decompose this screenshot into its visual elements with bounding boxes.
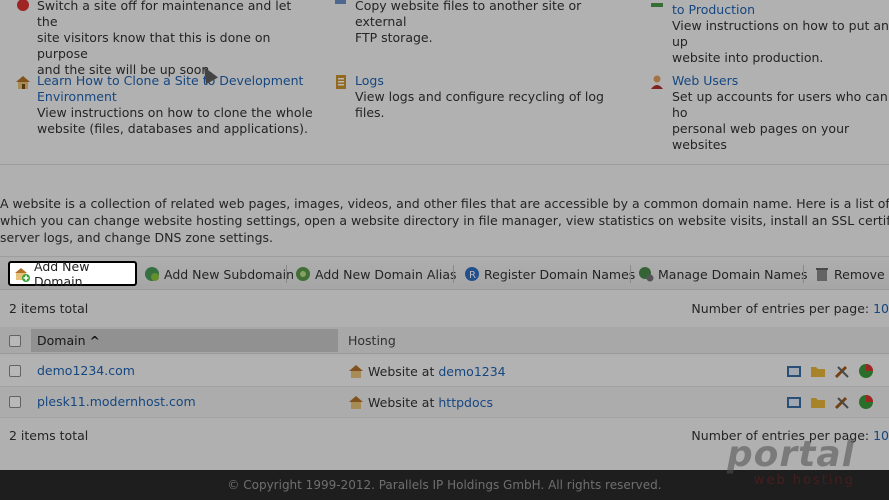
portal-watermark-logo: portal web hosting <box>727 436 855 488</box>
manage-domains-icon <box>639 267 654 282</box>
task-desc: View instructions on how to put an up <box>672 18 889 49</box>
hosting-link[interactable]: httpdocs <box>438 395 493 410</box>
task-desc: website (files, databases and applicatio… <box>37 121 309 136</box>
manage-domain-names-button[interactable]: Manage Domain Names <box>634 262 812 286</box>
logs-icon <box>336 75 346 89</box>
website-house-icon <box>349 365 363 378</box>
task-clone-site-link-2[interactable]: Environment <box>37 89 315 105</box>
folder-icon[interactable] <box>810 394 826 410</box>
add-domain-alias-button[interactable]: Add New Domain Alias <box>291 262 461 286</box>
task-desc: Switch a site off for maintenance and le… <box>37 0 292 29</box>
row-actions <box>786 363 874 379</box>
table-row: plesk11.modernhost.com Website at httpdo… <box>0 387 889 418</box>
domain-link[interactable]: plesk11.modernhost.com <box>37 394 196 409</box>
register-icon: R <box>465 267 479 281</box>
stats-pie-icon[interactable] <box>858 394 874 410</box>
task-clone-site-link[interactable]: Learn How to Clone a Site to Development <box>37 73 315 89</box>
task-clone-site: Learn How to Clone a Site to Development… <box>15 73 315 137</box>
intro-line: which you can change website hosting set… <box>0 213 889 228</box>
column-domain[interactable]: Domain ^ <box>31 329 338 352</box>
row-checkbox[interactable] <box>9 365 21 377</box>
hosting-prefix: Website at <box>368 363 435 379</box>
add-new-domain-button[interactable]: Add New Domain <box>8 258 137 289</box>
toolbar-separator <box>453 265 454 283</box>
task-web-users: Web Users Set up accounts for users who … <box>650 73 889 153</box>
domains-table-header: Domain ^ Hosting <box>0 327 889 354</box>
task-web-users-link[interactable]: Web Users <box>672 73 889 89</box>
production-icon <box>651 3 663 7</box>
row-actions <box>786 394 874 410</box>
add-subdomain-icon <box>145 267 159 281</box>
hosting-link[interactable]: demo1234 <box>438 364 505 379</box>
domain-link[interactable]: demo1234.com <box>37 363 135 378</box>
task-desc: website into production. <box>672 50 824 65</box>
website-house-icon <box>349 396 363 409</box>
task-production: to Production View instructions on how t… <box>650 2 889 66</box>
task-desc: FTP storage. <box>355 30 433 45</box>
add-subdomain-label: Add New Subdomain <box>164 266 295 282</box>
hosting-cell: Website at demo1234 <box>348 363 506 379</box>
register-domain-names-button[interactable]: R Register Domain Names <box>460 262 639 286</box>
trash-icon <box>816 268 828 281</box>
stats-pie-icon[interactable] <box>858 363 874 379</box>
task-desc: personal web pages on your websites <box>672 121 850 152</box>
toolbar-separator <box>630 265 631 283</box>
power-icon <box>17 0 29 11</box>
task-desc: Copy website files to another site or ex… <box>355 0 582 29</box>
register-domain-names-label: Register Domain Names <box>484 266 636 282</box>
svg-text:R: R <box>469 270 476 281</box>
entries-per-page-value[interactable]: 10 <box>873 301 889 316</box>
tools-icon[interactable] <box>834 394 850 410</box>
websites-intro-text: A website is a collection of related web… <box>0 195 889 246</box>
task-logs: Logs View logs and configure recycling o… <box>333 73 633 121</box>
add-subdomain-button[interactable]: Add New Subdomain <box>140 262 298 286</box>
sort-ascending-icon: ^ <box>89 333 100 348</box>
column-hosting[interactable]: Hosting <box>348 329 396 352</box>
hosting-prefix: Website at <box>368 394 435 410</box>
preview-icon[interactable] <box>786 394 802 410</box>
intro-line: A website is a collection of related web… <box>0 196 889 211</box>
column-domain-label: Domain <box>37 333 86 348</box>
task-suspend: Switch a site off for maintenance and le… <box>15 0 315 78</box>
add-domain-icon <box>15 267 30 282</box>
task-copy-files: Copy website files to another site or ex… <box>333 0 633 46</box>
remove-button[interactable]: Remove <box>810 262 889 286</box>
select-all-checkbox[interactable] <box>9 335 21 347</box>
tools-icon[interactable] <box>834 363 850 379</box>
entries-per-page-label: Number of entries per page: <box>691 301 870 316</box>
manage-domain-names-label: Manage Domain Names <box>658 266 808 282</box>
entries-per-page-value[interactable]: 10 <box>873 428 889 443</box>
task-production-link[interactable]: to Production <box>672 2 889 18</box>
table-row: demo1234.com Website at demo1234 <box>0 356 889 387</box>
preview-icon[interactable] <box>786 363 802 379</box>
toolbar-separator <box>803 265 804 283</box>
web-users-icon <box>651 75 663 89</box>
watermark-small: web hosting <box>753 473 855 488</box>
remove-label: Remove <box>834 266 885 282</box>
domain-alias-icon <box>296 267 310 281</box>
add-domain-alias-label: Add New Domain Alias <box>315 266 457 282</box>
entries-per-page-top: Number of entries per page: 10 <box>691 301 889 316</box>
task-desc: Set up accounts for users who can ho <box>672 89 888 120</box>
task-desc: View instructions on how to clone the wh… <box>37 105 313 120</box>
task-desc: View logs and configure recycling of log… <box>355 89 604 120</box>
house-icon <box>16 76 30 89</box>
folder-icon[interactable] <box>810 363 826 379</box>
copy-icon <box>335 0 346 4</box>
items-total-bottom: 2 items total <box>9 428 89 443</box>
website-tasks-panel: Switch a site off for maintenance and le… <box>0 0 889 165</box>
intro-line: server logs, and change DNS zone setting… <box>0 230 274 245</box>
row-checkbox[interactable] <box>9 396 21 408</box>
items-total-top: 2 items total <box>9 301 89 316</box>
hosting-cell: Website at httpdocs <box>348 394 493 410</box>
toolbar-separator <box>286 265 287 283</box>
task-desc: site visitors know that this is done on … <box>37 30 271 61</box>
add-new-domain-label: Add New Domain <box>34 258 90 289</box>
task-logs-link[interactable]: Logs <box>355 73 633 89</box>
watermark-big: portal <box>726 434 855 475</box>
